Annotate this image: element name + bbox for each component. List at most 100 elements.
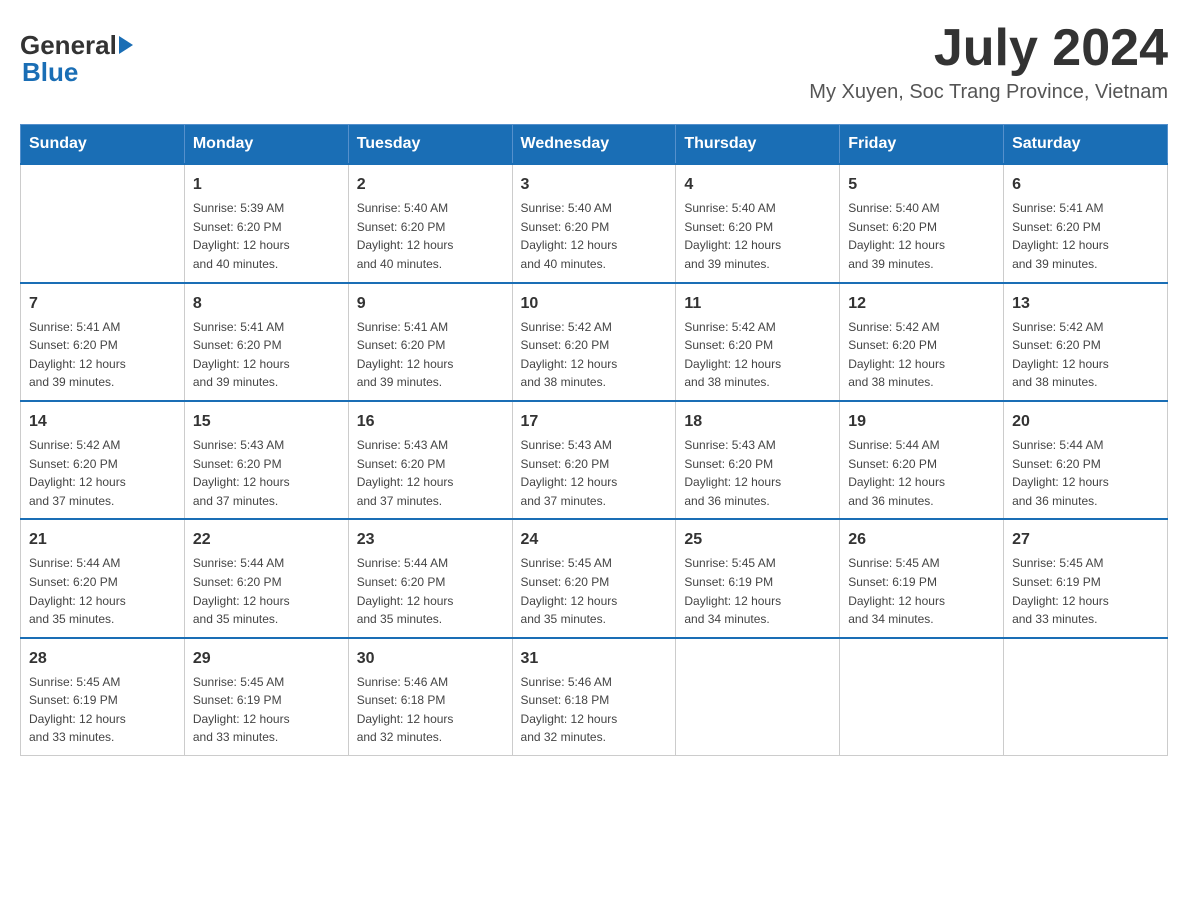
day-info: Sunrise: 5:42 AM Sunset: 6:20 PM Dayligh… (1012, 318, 1159, 392)
column-header-monday: Monday (184, 125, 348, 165)
location-title: My Xuyen, Soc Trang Province, Vietnam (809, 81, 1168, 104)
calendar-cell (840, 638, 1004, 756)
day-info: Sunrise: 5:40 AM Sunset: 6:20 PM Dayligh… (684, 199, 831, 273)
day-info: Sunrise: 5:41 AM Sunset: 6:20 PM Dayligh… (193, 318, 340, 392)
calendar-cell: 30Sunrise: 5:46 AM Sunset: 6:18 PM Dayli… (348, 638, 512, 756)
day-info: Sunrise: 5:43 AM Sunset: 6:20 PM Dayligh… (521, 436, 668, 510)
day-info: Sunrise: 5:45 AM Sunset: 6:19 PM Dayligh… (848, 554, 995, 628)
day-info: Sunrise: 5:45 AM Sunset: 6:19 PM Dayligh… (193, 673, 340, 747)
day-number: 10 (521, 292, 668, 316)
day-number: 5 (848, 173, 995, 197)
day-info: Sunrise: 5:41 AM Sunset: 6:20 PM Dayligh… (357, 318, 504, 392)
day-number: 13 (1012, 292, 1159, 316)
calendar-cell: 26Sunrise: 5:45 AM Sunset: 6:19 PM Dayli… (840, 519, 1004, 637)
day-info: Sunrise: 5:41 AM Sunset: 6:20 PM Dayligh… (1012, 199, 1159, 273)
calendar-cell: 21Sunrise: 5:44 AM Sunset: 6:20 PM Dayli… (21, 519, 185, 637)
calendar-cell: 18Sunrise: 5:43 AM Sunset: 6:20 PM Dayli… (676, 401, 840, 519)
day-info: Sunrise: 5:44 AM Sunset: 6:20 PM Dayligh… (29, 554, 176, 628)
day-number: 27 (1012, 528, 1159, 552)
day-info: Sunrise: 5:44 AM Sunset: 6:20 PM Dayligh… (357, 554, 504, 628)
day-info: Sunrise: 5:44 AM Sunset: 6:20 PM Dayligh… (848, 436, 995, 510)
day-number: 9 (357, 292, 504, 316)
day-number: 31 (521, 647, 668, 671)
calendar-cell: 9Sunrise: 5:41 AM Sunset: 6:20 PM Daylig… (348, 283, 512, 401)
calendar-week-5: 28Sunrise: 5:45 AM Sunset: 6:19 PM Dayli… (21, 638, 1168, 756)
calendar-week-3: 14Sunrise: 5:42 AM Sunset: 6:20 PM Dayli… (21, 401, 1168, 519)
day-info: Sunrise: 5:42 AM Sunset: 6:20 PM Dayligh… (684, 318, 831, 392)
day-info: Sunrise: 5:40 AM Sunset: 6:20 PM Dayligh… (357, 199, 504, 273)
day-number: 28 (29, 647, 176, 671)
calendar-cell: 7Sunrise: 5:41 AM Sunset: 6:20 PM Daylig… (21, 283, 185, 401)
day-number: 11 (684, 292, 831, 316)
calendar-cell: 1Sunrise: 5:39 AM Sunset: 6:20 PM Daylig… (184, 164, 348, 282)
calendar-cell: 19Sunrise: 5:44 AM Sunset: 6:20 PM Dayli… (840, 401, 1004, 519)
calendar-cell: 29Sunrise: 5:45 AM Sunset: 6:19 PM Dayli… (184, 638, 348, 756)
day-number: 22 (193, 528, 340, 552)
column-header-sunday: Sunday (21, 125, 185, 165)
calendar-cell (21, 164, 185, 282)
calendar-cell (676, 638, 840, 756)
day-number: 26 (848, 528, 995, 552)
day-number: 29 (193, 647, 340, 671)
day-number: 8 (193, 292, 340, 316)
day-number: 19 (848, 410, 995, 434)
column-header-wednesday: Wednesday (512, 125, 676, 165)
day-info: Sunrise: 5:45 AM Sunset: 6:19 PM Dayligh… (29, 673, 176, 747)
logo: General Blue (20, 30, 133, 88)
day-number: 15 (193, 410, 340, 434)
day-number: 2 (357, 173, 504, 197)
day-number: 23 (357, 528, 504, 552)
day-info: Sunrise: 5:39 AM Sunset: 6:20 PM Dayligh… (193, 199, 340, 273)
calendar-cell: 20Sunrise: 5:44 AM Sunset: 6:20 PM Dayli… (1004, 401, 1168, 519)
day-info: Sunrise: 5:42 AM Sunset: 6:20 PM Dayligh… (521, 318, 668, 392)
calendar-cell: 14Sunrise: 5:42 AM Sunset: 6:20 PM Dayli… (21, 401, 185, 519)
logo-blue: Blue (22, 57, 78, 88)
calendar-cell: 24Sunrise: 5:45 AM Sunset: 6:20 PM Dayli… (512, 519, 676, 637)
calendar-cell: 22Sunrise: 5:44 AM Sunset: 6:20 PM Dayli… (184, 519, 348, 637)
day-number: 6 (1012, 173, 1159, 197)
day-number: 14 (29, 410, 176, 434)
day-number: 25 (684, 528, 831, 552)
day-info: Sunrise: 5:45 AM Sunset: 6:20 PM Dayligh… (521, 554, 668, 628)
day-number: 1 (193, 173, 340, 197)
day-number: 7 (29, 292, 176, 316)
calendar-week-4: 21Sunrise: 5:44 AM Sunset: 6:20 PM Dayli… (21, 519, 1168, 637)
calendar-cell: 11Sunrise: 5:42 AM Sunset: 6:20 PM Dayli… (676, 283, 840, 401)
calendar-cell: 10Sunrise: 5:42 AM Sunset: 6:20 PM Dayli… (512, 283, 676, 401)
column-header-friday: Friday (840, 125, 1004, 165)
calendar-cell: 12Sunrise: 5:42 AM Sunset: 6:20 PM Dayli… (840, 283, 1004, 401)
day-number: 12 (848, 292, 995, 316)
page-header: General Blue July 2024 My Xuyen, Soc Tra… (20, 20, 1168, 104)
day-number: 24 (521, 528, 668, 552)
calendar-cell: 27Sunrise: 5:45 AM Sunset: 6:19 PM Dayli… (1004, 519, 1168, 637)
column-header-tuesday: Tuesday (348, 125, 512, 165)
calendar-cell: 13Sunrise: 5:42 AM Sunset: 6:20 PM Dayli… (1004, 283, 1168, 401)
day-info: Sunrise: 5:46 AM Sunset: 6:18 PM Dayligh… (357, 673, 504, 747)
day-info: Sunrise: 5:42 AM Sunset: 6:20 PM Dayligh… (848, 318, 995, 392)
calendar-cell: 4Sunrise: 5:40 AM Sunset: 6:20 PM Daylig… (676, 164, 840, 282)
calendar-header-row: SundayMondayTuesdayWednesdayThursdayFrid… (21, 125, 1168, 165)
calendar-cell: 8Sunrise: 5:41 AM Sunset: 6:20 PM Daylig… (184, 283, 348, 401)
day-info: Sunrise: 5:43 AM Sunset: 6:20 PM Dayligh… (684, 436, 831, 510)
day-info: Sunrise: 5:45 AM Sunset: 6:19 PM Dayligh… (1012, 554, 1159, 628)
day-number: 16 (357, 410, 504, 434)
day-number: 20 (1012, 410, 1159, 434)
day-number: 30 (357, 647, 504, 671)
day-info: Sunrise: 5:45 AM Sunset: 6:19 PM Dayligh… (684, 554, 831, 628)
calendar-week-2: 7 Sunrise: 5:41 AM Sunset: 6:20 PM Daylig… (21, 283, 1168, 401)
day-info: Sunrise: 5:44 AM Sunset: 6:20 PM Dayligh… (193, 554, 340, 628)
day-info: Sunrise: 5:40 AM Sunset: 6:20 PM Dayligh… (848, 199, 995, 273)
logo-arrow-icon (119, 36, 133, 54)
calendar-table: SundayMondayTuesdayWednesdayThursdayFrid… (20, 124, 1168, 756)
calendar-cell: 2Sunrise: 5:40 AM Sunset: 6:20 PM Daylig… (348, 164, 512, 282)
calendar-cell: 6Sunrise: 5:41 AM Sunset: 6:20 PM Daylig… (1004, 164, 1168, 282)
calendar-week-1: 1Sunrise: 5:39 AM Sunset: 6:20 PM Daylig… (21, 164, 1168, 282)
day-number: 18 (684, 410, 831, 434)
title-area: July 2024 My Xuyen, Soc Trang Province, … (809, 20, 1168, 104)
calendar-cell: 25Sunrise: 5:45 AM Sunset: 6:19 PM Dayli… (676, 519, 840, 637)
calendar-cell: 5Sunrise: 5:40 AM Sunset: 6:20 PM Daylig… (840, 164, 1004, 282)
day-number: 4 (684, 173, 831, 197)
column-header-thursday: Thursday (676, 125, 840, 165)
calendar-cell: 16Sunrise: 5:43 AM Sunset: 6:20 PM Dayli… (348, 401, 512, 519)
day-info: Sunrise: 5:46 AM Sunset: 6:18 PM Dayligh… (521, 673, 668, 747)
